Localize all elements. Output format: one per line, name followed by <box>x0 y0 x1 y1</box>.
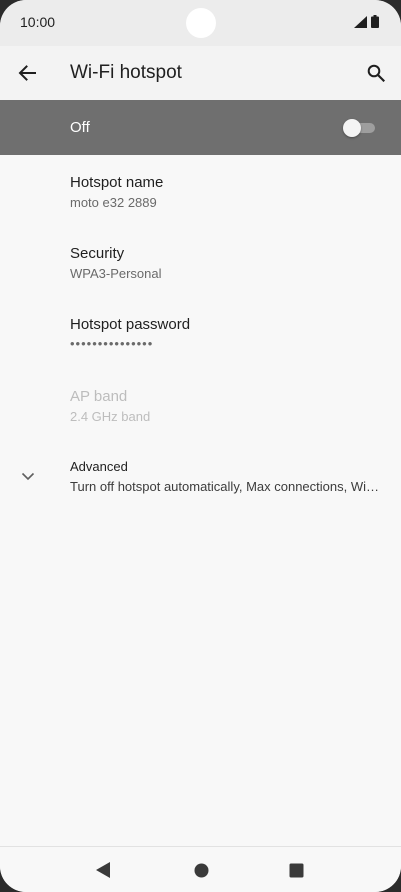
app-bar: Wi-Fi hotspot <box>0 46 401 100</box>
status-icons <box>354 15 379 28</box>
arrow-left-icon <box>18 65 36 81</box>
chevron-down-icon[interactable] <box>18 466 38 486</box>
security-item[interactable]: Security WPA3-Personal <box>70 245 390 282</box>
navigation-bar <box>0 846 401 892</box>
hotspot-password-item[interactable]: Hotspot password ••••••••••••••• <box>70 316 390 351</box>
home-circle-icon <box>194 863 208 877</box>
advanced-item[interactable]: Advanced Turn off hotspot automatically,… <box>70 458 380 495</box>
nav-home-button[interactable] <box>190 859 212 881</box>
security-title: Security <box>70 245 125 262</box>
status-time: 10:00 <box>20 14 56 30</box>
master-switch-label: Off <box>70 119 90 136</box>
camera-cutout <box>186 8 216 38</box>
hotspot-name-item[interactable]: Hotspot name moto e32 2889 <box>70 174 390 211</box>
search-button[interactable] <box>363 60 389 86</box>
back-triangle-icon <box>96 862 110 878</box>
advanced-summary: Turn off hotspot automatically, Max conn… <box>70 479 380 494</box>
hotspot-name-title: Hotspot name <box>70 174 164 191</box>
nav-recents-button[interactable] <box>285 859 307 881</box>
ap-band-value: 2.4 GHz band <box>70 409 151 424</box>
back-button[interactable] <box>14 60 40 86</box>
hotspot-toggle[interactable] <box>343 119 375 137</box>
hotspot-password-masked: ••••••••••••••• <box>70 336 154 351</box>
master-switch-bar[interactable]: Off <box>0 100 401 155</box>
phone-screen: 10:00 Wi-Fi hotspot Off Hotspot name mot… <box>0 0 401 892</box>
signal-icon <box>354 15 367 28</box>
page-title: Wi-Fi hotspot <box>70 62 182 83</box>
ap-band-title: AP band <box>70 388 128 405</box>
hotspot-name-value: moto e32 2889 <box>70 195 157 210</box>
search-icon <box>367 64 385 82</box>
nav-back-button[interactable] <box>92 859 114 881</box>
security-value: WPA3-Personal <box>70 266 162 281</box>
battery-icon <box>371 15 379 28</box>
status-bar: 10:00 <box>0 0 401 46</box>
recents-square-icon <box>289 863 303 877</box>
advanced-title: Advanced <box>70 459 128 474</box>
hotspot-password-title: Hotspot password <box>70 316 191 333</box>
ap-band-item: AP band 2.4 GHz band <box>70 388 390 425</box>
toggle-thumb <box>343 119 361 137</box>
